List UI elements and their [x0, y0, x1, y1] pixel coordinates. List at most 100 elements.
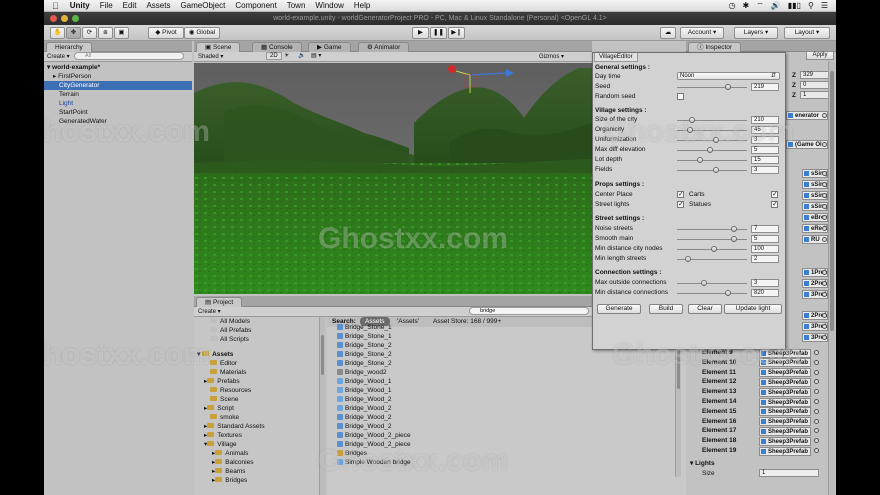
setting-value-field[interactable]: 3	[751, 136, 779, 144]
folder-tree-scrollbar[interactable]	[319, 317, 325, 495]
build-button[interactable]: Build	[649, 304, 683, 314]
account-dropdown[interactable]: Account ▾	[680, 27, 724, 39]
element-object-field[interactable]: Sheep3Prefab	[759, 358, 811, 368]
element-object-field[interactable]: Sheep3Prefab	[759, 436, 811, 446]
setting-value-field[interactable]: 820	[751, 289, 779, 297]
search-result-item[interactable]: Bridge_wood2	[337, 368, 387, 377]
folder-balconies[interactable]: ▸ Balconies	[212, 458, 253, 467]
object-picker-icon[interactable]	[814, 379, 819, 385]
audio-toggle-icon[interactable]: 🔈	[298, 52, 305, 59]
element-object-field[interactable]: Sheep3Prefab	[759, 426, 811, 436]
folder-smoke[interactable]: smoke	[210, 413, 239, 422]
project-create-dropdown[interactable]: Create ▾	[198, 308, 221, 315]
hand-tool-icon[interactable]: ✋	[50, 27, 65, 39]
wifi-icon[interactable]: ⌔	[756, 1, 764, 11]
element-object-field[interactable]: Sheep3Prefab	[759, 377, 811, 387]
scene-viewport[interactable]	[194, 63, 592, 294]
setting-slider[interactable]	[677, 226, 747, 232]
setting-slider[interactable]	[677, 117, 747, 123]
object-picker-icon[interactable]	[822, 193, 827, 198]
hierarchy-item-startpoint[interactable]: StartPoint	[59, 108, 88, 117]
folder-script[interactable]: ▸ Script	[204, 404, 234, 413]
apply-prefab-button[interactable]: Apply	[806, 51, 834, 60]
setting-slider[interactable]	[677, 157, 747, 163]
setting-slider[interactable]	[677, 147, 747, 153]
setting-value-field[interactable]: 5	[751, 146, 779, 154]
setting-slider[interactable]	[677, 167, 747, 173]
element-object-field[interactable]: Sheep3Prefab	[759, 387, 811, 397]
folder-village[interactable]: ▾ Village	[204, 440, 237, 449]
folder-materials[interactable]: Materials	[210, 368, 246, 377]
search-result-item[interactable]: Bridge_Stone_2	[337, 359, 392, 368]
folder-standard-assets[interactable]: ▸ Standard Assets	[204, 422, 265, 431]
inspector-scrollbar[interactable]	[828, 61, 835, 495]
tab-console[interactable]: ▦ Console	[252, 42, 302, 52]
hierarchy-create-dropdown[interactable]: Create ▾	[47, 53, 70, 60]
folder-prefabs[interactable]: ▸ Prefabs	[204, 377, 240, 386]
setting-value-field[interactable]: 2	[751, 255, 779, 263]
object-picker-icon[interactable]	[822, 292, 827, 297]
object-picker-icon[interactable]	[822, 313, 827, 318]
2d-toggle[interactable]: 2D	[266, 52, 282, 60]
setting-slider[interactable]	[677, 290, 747, 296]
slider-knob[interactable]	[711, 246, 717, 252]
slider-knob[interactable]	[713, 167, 719, 173]
hierarchy-item-firstperson[interactable]: ▸ FirstPerson	[53, 72, 91, 81]
position-z-field[interactable]: 329	[800, 71, 830, 79]
object-picker-icon[interactable]	[814, 359, 819, 365]
folder-textures[interactable]: ▸ Textures	[204, 431, 242, 440]
search-result-item[interactable]: Bridge_Stone_1	[337, 332, 392, 341]
layers-dropdown[interactable]: Layers ▾	[734, 27, 778, 39]
seed-field[interactable]: 219	[751, 83, 779, 91]
object-picker-icon[interactable]	[822, 237, 827, 242]
tab-game[interactable]: ▶ Game	[308, 42, 351, 52]
slider-knob[interactable]	[731, 236, 737, 242]
carts-checkbox[interactable]: ✓	[771, 191, 778, 198]
object-picker-icon[interactable]	[814, 399, 819, 404]
folder-scene[interactable]: Scene	[210, 395, 238, 404]
menu-edit[interactable]: Edit	[118, 1, 142, 10]
setting-slider[interactable]	[677, 246, 747, 252]
tab-animator[interactable]: ⚙ Animator	[358, 42, 410, 52]
object-picker-icon[interactable]	[814, 428, 819, 434]
search-result-item[interactable]: Bridge_Wood_2_piece	[337, 431, 411, 440]
search-result-item[interactable]: Bridge_Stone_2	[337, 341, 392, 350]
move-tool-icon[interactable]: ✥	[66, 27, 81, 39]
object-picker-icon[interactable]	[814, 369, 819, 375]
search-result-item[interactable]: Simple Wooden bridge	[337, 458, 411, 467]
generate-button[interactable]: Generate	[597, 304, 641, 314]
search-result-item[interactable]: Bridges	[337, 449, 367, 458]
lights-foldout[interactable]: ▾ Lights	[690, 459, 715, 468]
tab-village-editor[interactable]: VillageEditor	[594, 53, 638, 62]
project-search-input[interactable]: bridge	[469, 307, 589, 315]
object-picker-icon[interactable]	[822, 215, 827, 220]
setting-value-field[interactable]: 15	[751, 156, 779, 164]
setting-value-field[interactable]: 7	[751, 225, 779, 233]
object-picker-icon[interactable]	[822, 142, 827, 147]
lights-size-field[interactable]: 1	[759, 469, 819, 477]
rotate-tool-icon[interactable]: ⟳	[82, 27, 97, 39]
setting-value-field[interactable]: 3	[751, 166, 779, 174]
search-result-item[interactable]: Bridge_Wood_2	[337, 395, 392, 404]
search-result-item[interactable]: Bridge_Wood_1	[337, 377, 392, 386]
slider-knob[interactable]	[687, 127, 693, 133]
hierarchy-item-citygenerator[interactable]: CityGenerator	[44, 81, 192, 90]
search-scope-quoted[interactable]: 'Assets'	[397, 318, 419, 325]
bluetooth-icon[interactable]: ✱	[743, 1, 750, 10]
element-object-field[interactable]: Sheep3Prefab	[759, 407, 811, 417]
minimize-window-icon[interactable]	[61, 15, 68, 22]
hierarchy-search-input[interactable]: All	[74, 52, 184, 60]
element-object-field[interactable]: Sheep3Prefab	[759, 368, 811, 378]
search-icon[interactable]: ⚲	[808, 1, 814, 10]
search-result-item[interactable]: Bridge_Wood_1	[337, 386, 392, 395]
slider-knob[interactable]	[689, 117, 695, 123]
folder-resources[interactable]: Resources	[210, 386, 251, 395]
slider-knob[interactable]	[707, 147, 713, 153]
menu-window[interactable]: Window	[310, 1, 348, 10]
object-picker-icon[interactable]	[822, 324, 827, 329]
assets-root-folder[interactable]: ▾ Assets	[197, 350, 233, 359]
setting-value-field[interactable]: 5	[751, 235, 779, 243]
day-time-dropdown[interactable]: Noon ⇵	[677, 72, 780, 80]
pause-button[interactable]: ❚❚	[430, 27, 447, 39]
object-picker-icon[interactable]	[814, 418, 819, 424]
